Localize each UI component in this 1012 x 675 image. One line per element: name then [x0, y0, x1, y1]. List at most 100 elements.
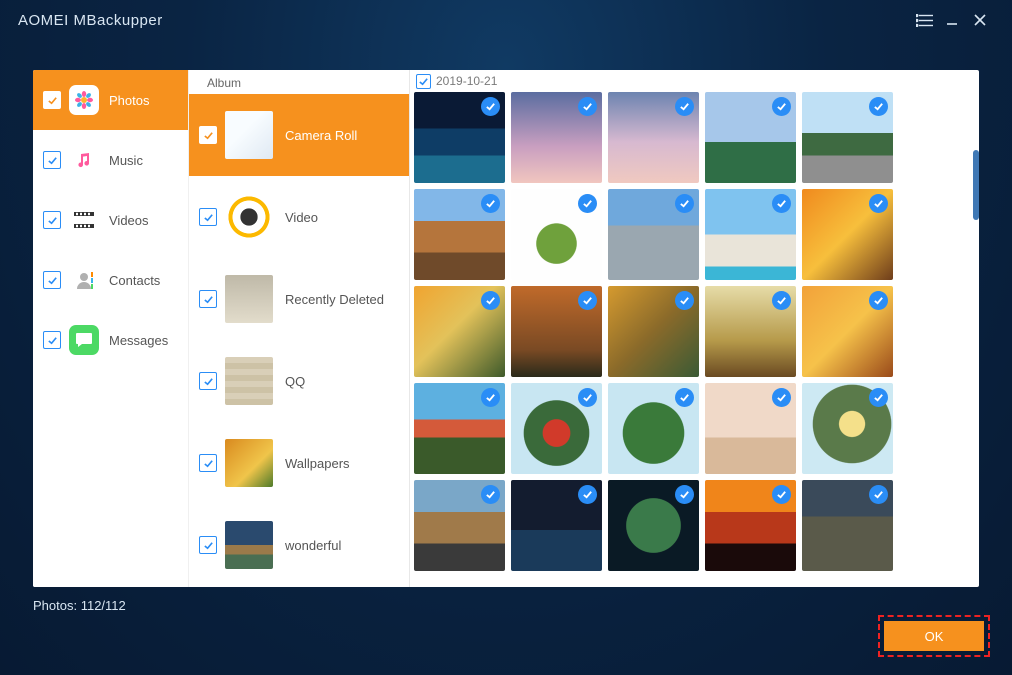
album-header: Album — [189, 70, 409, 94]
album-qq[interactable]: QQ — [189, 340, 409, 422]
date-group-header[interactable]: 2019-10-21 — [410, 70, 979, 92]
selected-check-icon — [675, 194, 694, 213]
selected-check-icon — [869, 97, 888, 116]
category-sidebar: Photos Music Videos Contacts Messages — [33, 70, 189, 587]
photo-thumbnail[interactable] — [705, 189, 796, 280]
selected-check-icon — [869, 194, 888, 213]
photo-thumbnail[interactable] — [608, 92, 699, 183]
messages-icon — [69, 325, 99, 355]
selected-check-icon — [772, 291, 791, 310]
album-label: wonderful — [285, 538, 341, 553]
selected-check-icon — [481, 388, 500, 407]
checkbox-icon[interactable] — [43, 271, 61, 289]
photo-thumbnail[interactable] — [414, 383, 505, 474]
photo-thumbnail[interactable] — [511, 480, 602, 571]
album-wonderful[interactable]: wonderful — [189, 504, 409, 586]
album-label: Video — [285, 210, 318, 225]
app-window: AOMEI MBackupper Photos Music Videos Contac… — [0, 0, 1012, 675]
checkbox-icon[interactable] — [43, 331, 61, 349]
list-view-icon[interactable] — [910, 6, 938, 34]
ok-button[interactable]: OK — [884, 621, 984, 651]
checkbox-icon[interactable] — [199, 126, 217, 144]
photo-thumbnail[interactable] — [705, 286, 796, 377]
date-checkbox[interactable] — [416, 74, 431, 89]
album-label: Camera Roll — [285, 128, 357, 143]
main-panel: Photos Music Videos Contacts Messages Album … — [33, 70, 979, 587]
photo-thumbnail[interactable] — [511, 189, 602, 280]
category-messages[interactable]: Messages — [33, 310, 188, 370]
selected-check-icon — [481, 485, 500, 504]
album-video[interactable]: Video — [189, 176, 409, 258]
category-contacts[interactable]: Contacts — [33, 250, 188, 310]
thumbnail-grid — [410, 92, 979, 587]
photo-thumbnail[interactable] — [608, 480, 699, 571]
photo-thumbnail[interactable] — [608, 286, 699, 377]
photo-thumbnail[interactable] — [414, 92, 505, 183]
app-title: AOMEI MBackupper — [18, 12, 163, 29]
footer-bar: Photos: 112/112 — [33, 594, 979, 652]
album-wallpapers[interactable]: Wallpapers — [189, 422, 409, 504]
album-recently-deleted[interactable]: Recently Deleted — [189, 258, 409, 340]
selected-check-icon — [481, 97, 500, 116]
album-thumbnail — [225, 275, 273, 323]
photo-thumbnail[interactable] — [802, 480, 893, 571]
photo-thumbnail[interactable] — [802, 92, 893, 183]
album-label: QQ — [285, 374, 305, 389]
contacts-icon — [69, 265, 99, 295]
photo-thumbnail[interactable] — [414, 286, 505, 377]
photo-thumbnail[interactable] — [511, 286, 602, 377]
album-sidebar: Album Camera Roll Video Recently Deleted QQ… — [189, 70, 410, 587]
checkbox-icon[interactable] — [199, 290, 217, 308]
checkbox-icon[interactable] — [43, 91, 61, 109]
photo-thumbnail[interactable] — [705, 383, 796, 474]
selected-check-icon — [578, 97, 597, 116]
selected-check-icon — [578, 485, 597, 504]
photo-grid-panel: 2019-10-21 — [410, 70, 979, 587]
ok-highlight-box: OK — [878, 615, 990, 657]
scrollbar-thumb[interactable] — [973, 150, 979, 220]
category-videos[interactable]: Videos — [33, 190, 188, 250]
selected-check-icon — [772, 485, 791, 504]
videos-icon — [69, 205, 99, 235]
photo-thumbnail[interactable] — [802, 189, 893, 280]
checkbox-icon[interactable] — [43, 151, 61, 169]
checkbox-icon[interactable] — [199, 372, 217, 390]
photo-thumbnail[interactable] — [414, 189, 505, 280]
photos-icon — [69, 85, 99, 115]
album-thumbnail — [225, 193, 273, 241]
category-photos[interactable]: Photos — [33, 70, 188, 130]
selected-check-icon — [869, 485, 888, 504]
selected-check-icon — [675, 291, 694, 310]
selected-check-icon — [481, 291, 500, 310]
photo-thumbnail[interactable] — [608, 189, 699, 280]
album-thumbnail — [225, 357, 273, 405]
photo-thumbnail[interactable] — [414, 480, 505, 571]
minimize-icon[interactable] — [938, 6, 966, 34]
photo-thumbnail[interactable] — [802, 286, 893, 377]
category-music[interactable]: Music — [33, 130, 188, 190]
selected-check-icon — [772, 388, 791, 407]
album-camera-roll[interactable]: Camera Roll — [189, 94, 409, 176]
checkbox-icon[interactable] — [199, 208, 217, 226]
selected-check-icon — [481, 194, 500, 213]
album-label: Wallpapers — [285, 456, 350, 471]
close-icon[interactable] — [966, 6, 994, 34]
photo-thumbnail[interactable] — [705, 92, 796, 183]
category-label: Contacts — [109, 273, 160, 288]
photo-thumbnail[interactable] — [511, 92, 602, 183]
photo-thumbnail[interactable] — [705, 480, 796, 571]
selected-check-icon — [578, 388, 597, 407]
checkbox-icon[interactable] — [199, 454, 217, 472]
album-thumbnail — [225, 111, 273, 159]
photo-thumbnail[interactable] — [608, 383, 699, 474]
category-label: Messages — [109, 333, 168, 348]
selected-check-icon — [578, 291, 597, 310]
photo-thumbnail[interactable] — [511, 383, 602, 474]
selected-check-icon — [772, 97, 791, 116]
selected-check-icon — [675, 485, 694, 504]
category-label: Photos — [109, 93, 149, 108]
category-label: Videos — [109, 213, 149, 228]
checkbox-icon[interactable] — [43, 211, 61, 229]
checkbox-icon[interactable] — [199, 536, 217, 554]
photo-thumbnail[interactable] — [802, 383, 893, 474]
